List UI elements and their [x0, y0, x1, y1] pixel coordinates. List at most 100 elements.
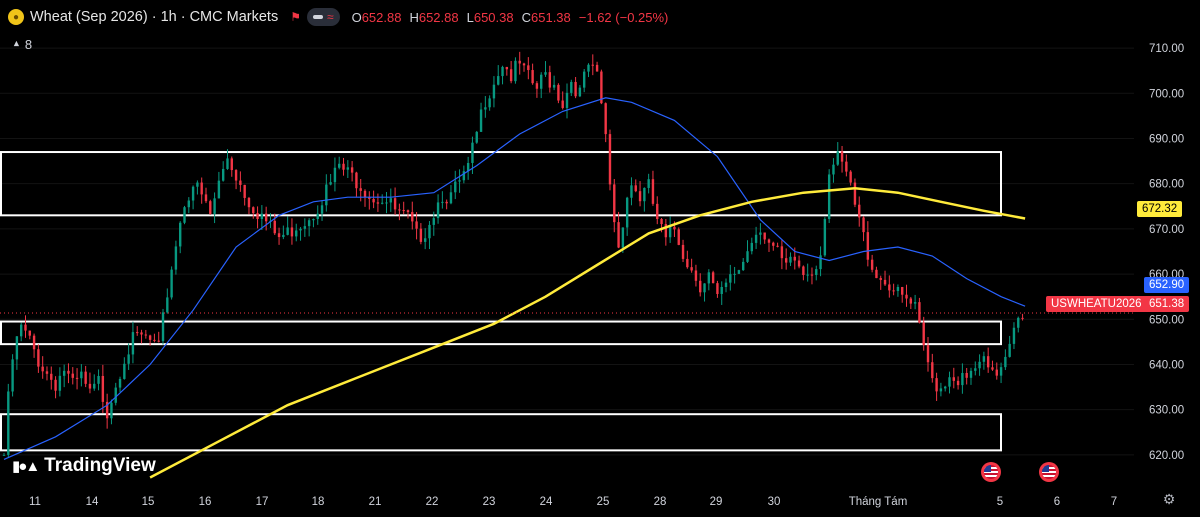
candle-body: [45, 371, 49, 374]
price-tick-label: 670.00: [1149, 224, 1184, 236]
candle-body: [776, 245, 779, 247]
time-tick-label: 21: [369, 496, 382, 508]
gear-icon[interactable]: ⚙: [1161, 491, 1177, 507]
wave-icon: ≈: [326, 10, 334, 24]
candle-body: [110, 402, 113, 419]
candle-body: [832, 164, 835, 175]
candle-body: [243, 184, 246, 198]
flag-icon[interactable]: ⚑: [290, 10, 301, 24]
candle-body: [729, 274, 732, 283]
price-tick-label: 620.00: [1149, 450, 1184, 462]
candle-body: [88, 383, 92, 389]
candle-body: [995, 369, 998, 376]
candle-body: [492, 84, 496, 99]
candle-body: [810, 274, 814, 276]
price-tick-label: 690.00: [1149, 133, 1184, 145]
candle-body: [247, 197, 251, 208]
candle-body: [918, 302, 921, 323]
hide-icon: [312, 15, 323, 19]
candle-body: [221, 168, 225, 181]
zones: [0, 151, 1002, 452]
candle-body: [660, 219, 663, 225]
high-label: H: [409, 9, 419, 25]
candle-body: [501, 66, 504, 77]
candle-body: [376, 202, 380, 204]
candle-body: [24, 324, 27, 331]
candle-body: [733, 273, 736, 275]
indicators-toggle[interactable]: ▼ 8: [12, 36, 32, 52]
time-tick-label: 5: [997, 496, 1003, 508]
candle-body: [668, 226, 672, 238]
candle-body: [617, 222, 620, 248]
candle-body: [140, 332, 143, 335]
candle-body: [161, 312, 165, 342]
price-tick-label: 710.00: [1149, 43, 1184, 55]
time-tick-label: Tháng Tám: [849, 496, 908, 508]
candle-body: [299, 228, 302, 231]
candle-body: [217, 180, 221, 199]
event-flag-icon[interactable]: [1039, 462, 1059, 482]
candle-body: [514, 60, 517, 82]
candle-body: [853, 182, 857, 205]
candle-body: [1012, 327, 1016, 344]
candle-body: [651, 179, 655, 204]
tradingview-mark-icon: ▮●▲: [12, 458, 40, 475]
candle-body: [346, 167, 350, 170]
event-flag-icon[interactable]: [981, 462, 1001, 482]
chart-header: ● Wheat (Sep 2026) · 1h · CMC Markets ⚑ …: [8, 6, 668, 28]
candle-body: [15, 336, 19, 360]
price-tick-label: 630.00: [1149, 405, 1184, 417]
visibility-pill[interactable]: ≈: [306, 8, 340, 26]
candle-body: [978, 361, 981, 369]
candle-body: [694, 270, 698, 281]
open-label: O: [351, 9, 362, 25]
time-tick-label: 28: [654, 496, 667, 508]
candle-body: [587, 64, 590, 72]
candle-body: [432, 218, 435, 225]
candle-body: [892, 290, 895, 292]
candle-body: [518, 60, 521, 64]
candle-body: [823, 218, 827, 256]
candle-body: [750, 242, 754, 252]
symbol-title[interactable]: Wheat (Sep 2026) · 1h · CMC Markets: [30, 9, 278, 25]
candle-body: [101, 375, 105, 402]
candle-body: [325, 184, 328, 206]
price-chart[interactable]: 620.00630.00640.00650.00660.00670.00680.…: [0, 0, 1200, 517]
candle-body: [320, 205, 324, 214]
candle-body: [131, 332, 135, 355]
candle-body: [625, 197, 629, 228]
candle-body: [333, 167, 337, 183]
candle-body: [260, 213, 264, 220]
candle-body: [656, 203, 659, 220]
candle-body: [372, 198, 375, 203]
candle-body: [329, 182, 332, 185]
candle-body: [552, 84, 556, 88]
time-tick-label: 6: [1054, 496, 1060, 508]
candle-body: [256, 213, 259, 220]
candle-body: [97, 375, 100, 384]
candle-body: [703, 283, 706, 293]
price-axis[interactable]: 620.00630.00640.00650.00660.00670.00680.…: [1149, 43, 1184, 462]
candle-body: [445, 201, 448, 204]
candle-body: [879, 278, 882, 280]
candle-body: [806, 274, 809, 276]
time-axis[interactable]: 11 14 15 16 17 18 21 22 23 24 25 28 29 30 Tháng Tám 5 6 7: [29, 496, 1117, 508]
candle-body: [604, 103, 607, 135]
candle-body: [209, 201, 212, 214]
candle-body: [952, 377, 955, 381]
time-tick-label: 23: [483, 496, 496, 508]
brand-name: TradingView: [44, 455, 156, 476]
candle-body: [969, 370, 973, 378]
tradingview-logo[interactable]: ▮●▲ TradingView: [12, 455, 156, 477]
close-label: C: [521, 9, 531, 25]
candle-body: [303, 226, 307, 229]
candle-body: [544, 72, 547, 75]
candle-body: [643, 187, 646, 202]
time-tick-label: 29: [710, 496, 723, 508]
candle-body: [41, 366, 44, 372]
candle-body: [11, 359, 14, 392]
candle-body: [784, 258, 788, 263]
candle-body: [290, 227, 294, 237]
candle-body: [226, 158, 229, 169]
candle-body: [58, 375, 62, 391]
